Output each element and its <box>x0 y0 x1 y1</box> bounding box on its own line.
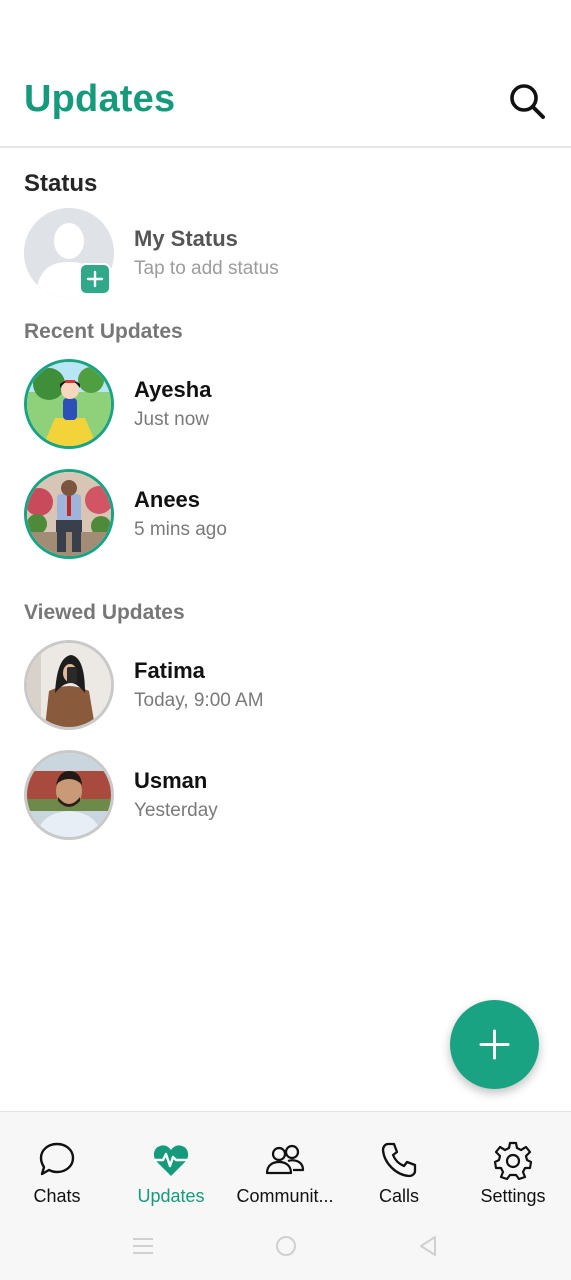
home-circle-icon <box>276 1236 296 1256</box>
contact-name: Anees <box>134 487 201 512</box>
plus-icon <box>479 1029 510 1060</box>
status-time: Just now <box>134 409 209 430</box>
nav-tab-communities[interactable]: Communit... <box>228 1112 342 1222</box>
heartbeat-icon <box>153 1145 189 1176</box>
nav-label-settings: Settings <box>480 1186 546 1206</box>
add-status-button[interactable] <box>79 263 111 295</box>
page-title: Updates <box>24 78 176 120</box>
home-button[interactable] <box>271 1231 301 1261</box>
add-status-fab[interactable] <box>450 1000 539 1089</box>
gear-icon <box>493 1141 533 1180</box>
avatar <box>24 640 114 730</box>
man-portrait-photo <box>27 753 111 837</box>
my-status-hint: Tap to add status <box>134 258 279 279</box>
recents-button[interactable] <box>128 1231 158 1261</box>
search-button[interactable] <box>506 80 548 122</box>
nav-label-updates: Updates <box>137 1186 205 1206</box>
status-section-title: Status <box>24 170 98 197</box>
back-triangle-icon <box>420 1236 436 1256</box>
avatar <box>24 750 114 840</box>
status-time: Yesterday <box>134 800 218 821</box>
plus-icon <box>86 270 104 288</box>
nav-tab-chats[interactable]: Chats <box>0 1112 114 1222</box>
nav-tab-calls[interactable]: Calls <box>342 1112 456 1222</box>
back-button[interactable] <box>413 1231 443 1261</box>
status-time: 5 mins ago <box>134 519 227 540</box>
menu-icon <box>133 1238 153 1254</box>
avatar <box>24 359 114 449</box>
status-item[interactable]: Anees 5 mins ago <box>0 469 571 569</box>
nav-label-communities: Communit... <box>236 1186 334 1206</box>
my-status-row[interactable]: My Status Tap to add status <box>0 208 571 308</box>
man-in-garden-photo <box>27 472 111 556</box>
status-time: Today, 9:00 AM <box>134 690 264 711</box>
my-status-label: My Status <box>134 226 238 251</box>
woman-mirror-selfie-photo <box>27 643 111 727</box>
phone-icon <box>381 1142 417 1178</box>
viewed-updates-title: Viewed Updates <box>24 601 185 624</box>
contact-name: Usman <box>134 768 208 793</box>
chat-bubble-icon <box>39 1142 75 1176</box>
nav-tab-updates[interactable]: Updates <box>114 1112 228 1222</box>
nav-label-chats: Chats <box>33 1186 81 1206</box>
status-item[interactable]: Ayesha Just now <box>0 359 571 459</box>
app-header: Updates <box>0 0 571 148</box>
status-item[interactable]: Fatima Today, 9:00 AM <box>0 640 571 740</box>
search-icon <box>510 84 545 119</box>
recent-updates-title: Recent Updates <box>24 320 183 343</box>
community-icon <box>265 1144 305 1175</box>
nav-tab-settings[interactable]: Settings <box>456 1112 570 1222</box>
avatar <box>24 469 114 559</box>
contact-name: Fatima <box>134 658 205 683</box>
cartoon-princess-image <box>27 362 111 446</box>
system-navigation-bar <box>0 1215 571 1280</box>
contact-name: Ayesha <box>134 377 212 402</box>
nav-label-calls: Calls <box>378 1186 419 1206</box>
status-item[interactable]: Usman Yesterday <box>0 750 571 850</box>
